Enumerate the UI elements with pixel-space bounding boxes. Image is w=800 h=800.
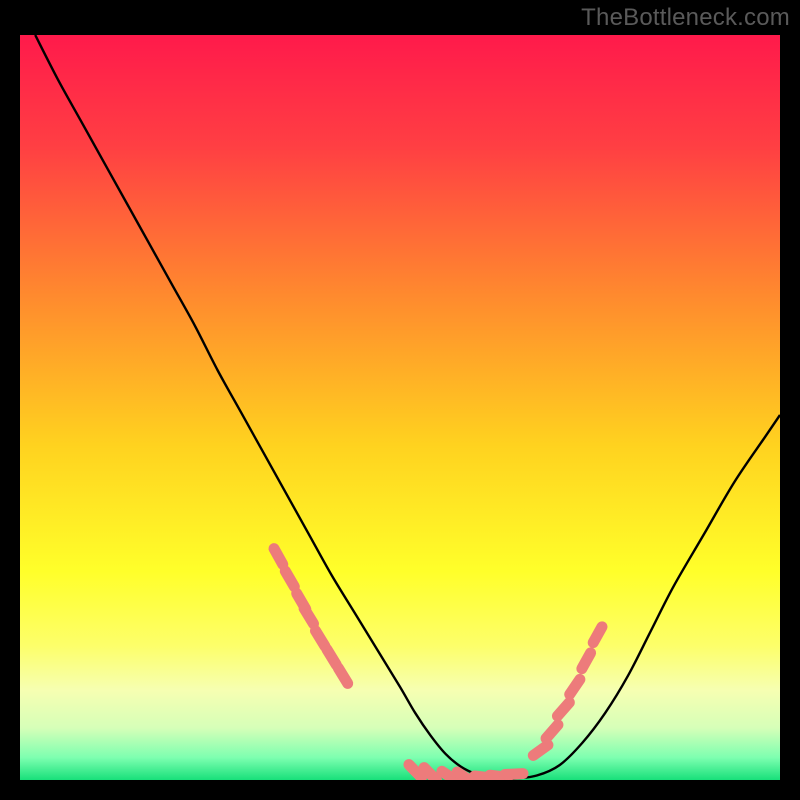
data-marker <box>274 549 283 565</box>
chart-svg <box>20 35 780 780</box>
data-marker <box>582 653 591 669</box>
watermark-text: TheBottleneck.com <box>581 4 790 32</box>
data-marker <box>593 627 602 643</box>
data-marker <box>505 774 523 775</box>
chart-background <box>20 35 780 780</box>
data-marker <box>285 571 294 587</box>
chart-frame <box>20 35 780 780</box>
